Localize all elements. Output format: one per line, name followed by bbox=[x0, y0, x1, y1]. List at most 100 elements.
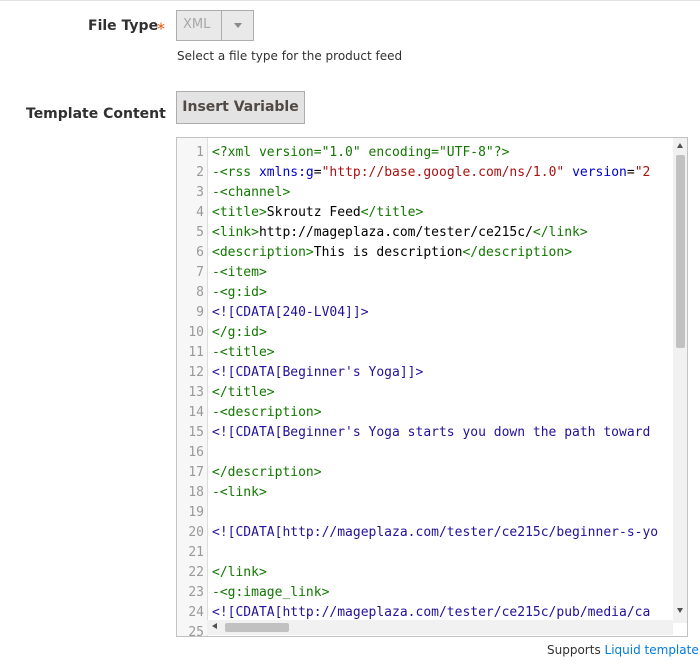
line-number: 15 bbox=[188, 425, 204, 440]
code-token: version bbox=[572, 165, 627, 180]
code-line: </link> bbox=[212, 563, 267, 583]
template-content-label: Template Content bbox=[26, 106, 166, 122]
code-token: This is description bbox=[313, 245, 463, 260]
template-code-editor[interactable]: 1 <?xml version="1.0" encoding="UTF-8"?> 2… bbox=[176, 137, 688, 637]
file-type-label: File Type bbox=[88, 18, 159, 34]
scroll-left-icon[interactable] bbox=[212, 623, 217, 629]
code-token: </title> bbox=[212, 385, 275, 400]
vertical-scroll-thumb[interactable] bbox=[676, 155, 685, 348]
line-number: 14 bbox=[188, 405, 204, 420]
code-line: <link>http://mageplaza.com/tester/ce215c… bbox=[212, 223, 588, 243]
horizontal-scroll-thumb[interactable] bbox=[225, 623, 289, 632]
line-number: 21 bbox=[188, 545, 204, 560]
line-number: 17 bbox=[188, 465, 204, 480]
code-token: </g:id> bbox=[212, 325, 267, 340]
code-token: <![CDATA[240-LV04]]> bbox=[212, 305, 369, 320]
line-number: 22 bbox=[188, 565, 204, 580]
code-token: <?xml version="1.0" encoding="UTF-8"?> bbox=[212, 145, 510, 160]
code-line: </title> bbox=[212, 383, 275, 403]
code-token: </title> bbox=[360, 205, 424, 220]
code-token: <description> bbox=[212, 245, 314, 260]
code-token: -<item> bbox=[212, 265, 267, 280]
chevron-down-icon bbox=[234, 23, 242, 28]
line-number: 7 bbox=[196, 265, 204, 280]
code-token: <link> bbox=[212, 225, 259, 240]
support-text: Supports bbox=[547, 643, 601, 657]
code-line: <![CDATA[Beginner's Yoga starts you down… bbox=[212, 423, 650, 443]
line-number: 16 bbox=[188, 445, 204, 460]
code-line: <?xml version="1.0" encoding="UTF-8"?> bbox=[212, 143, 509, 163]
code-token: = bbox=[626, 165, 635, 180]
code-token: Skroutz Feed bbox=[266, 205, 361, 220]
code-line: -<channel> bbox=[212, 183, 290, 203]
line-number: 3 bbox=[196, 185, 204, 200]
code-line: -<rss xmlns:g="http://base.google.com/ns… bbox=[212, 163, 650, 183]
code-token: xmlns:g bbox=[258, 165, 314, 180]
liquid-template-link[interactable]: Liquid template bbox=[605, 643, 699, 657]
line-number: 13 bbox=[188, 385, 204, 400]
code-token: -<g:image_link> bbox=[212, 585, 330, 600]
code-token: <![CDATA[Beginner's Yoga]]> bbox=[212, 365, 424, 380]
vertical-scrollbar[interactable] bbox=[673, 138, 687, 623]
horizontal-scrollbar[interactable] bbox=[207, 620, 673, 635]
code-line: -<g:image_link> bbox=[212, 583, 329, 603]
line-number: 1 bbox=[196, 145, 204, 160]
line-number: 4 bbox=[196, 205, 204, 220]
code-line: <![CDATA[240-LV04]]> bbox=[212, 303, 369, 323]
code-token: -<channel> bbox=[212, 185, 291, 200]
code-token: </link> bbox=[532, 225, 588, 240]
code-token: <title> bbox=[212, 205, 267, 220]
line-number: 11 bbox=[188, 345, 204, 360]
file-type-select[interactable]: XML bbox=[176, 10, 254, 41]
code-line: </description> bbox=[212, 463, 322, 483]
code-token: </description> bbox=[212, 465, 322, 480]
line-number: 2 bbox=[196, 165, 204, 180]
code-token: -<description> bbox=[212, 405, 322, 420]
line-number: 5 bbox=[196, 225, 204, 240]
code-line: -<item> bbox=[212, 263, 267, 283]
code-line: </g:id> bbox=[212, 323, 267, 343]
required-mark: * bbox=[157, 19, 165, 38]
select-separator bbox=[221, 11, 222, 40]
code-token: </link> bbox=[212, 565, 267, 580]
code-token: -<rss bbox=[212, 165, 259, 180]
scroll-down-icon[interactable] bbox=[677, 608, 683, 613]
code-token: </description> bbox=[462, 245, 573, 260]
code-token: -<g:id> bbox=[212, 285, 267, 300]
line-number: 10 bbox=[188, 325, 204, 340]
line-number: 19 bbox=[188, 505, 204, 520]
code-line: <![CDATA[http://mageplaza.com/tester/ce2… bbox=[212, 523, 658, 543]
code-line: <description>This is description</descri… bbox=[212, 243, 572, 263]
code-token: http://mageplaza.com/tester/ce215c/ bbox=[258, 225, 533, 240]
code-token: <![CDATA[Beginner's Yoga starts you down… bbox=[212, 425, 651, 440]
scroll-up-icon[interactable] bbox=[677, 143, 683, 148]
code-line: <title>Skroutz Feed</title> bbox=[212, 203, 423, 223]
code-token: <![CDATA[http://mageplaza.com/tester/ce2… bbox=[212, 605, 651, 620]
support-note: Supports Liquid template bbox=[547, 643, 699, 657]
line-number: 18 bbox=[188, 485, 204, 500]
code-token: <![CDATA[http://mageplaza.com/tester/ce2… bbox=[212, 525, 659, 540]
top-divider bbox=[0, 0, 700, 1]
line-number: 24 bbox=[188, 605, 204, 620]
code-line: -<g:id> bbox=[212, 283, 267, 303]
line-number: 23 bbox=[188, 585, 204, 600]
insert-variable-button[interactable]: Insert Variable bbox=[176, 91, 305, 124]
line-number: 8 bbox=[196, 285, 204, 300]
line-number: 9 bbox=[196, 305, 204, 320]
line-number: 6 bbox=[196, 245, 204, 260]
file-type-value: XML bbox=[183, 17, 211, 32]
code-token: -<link> bbox=[212, 485, 267, 500]
code-token: "2 bbox=[634, 165, 651, 180]
code-line: -<description> bbox=[212, 403, 322, 423]
line-number: 25 bbox=[188, 625, 204, 637]
code-line: -<title> bbox=[212, 343, 275, 363]
file-type-note: Select a file type for the product feed bbox=[177, 49, 403, 63]
line-number: 12 bbox=[188, 365, 204, 380]
code-line: -<link> bbox=[212, 483, 267, 503]
line-number: 20 bbox=[188, 525, 204, 540]
code-token: = bbox=[313, 165, 322, 180]
code-token: "http://base.google.com/ns/1.0" bbox=[321, 165, 565, 180]
code-token: -<title> bbox=[212, 345, 275, 360]
code-line: <![CDATA[Beginner's Yoga]]> bbox=[212, 363, 423, 383]
